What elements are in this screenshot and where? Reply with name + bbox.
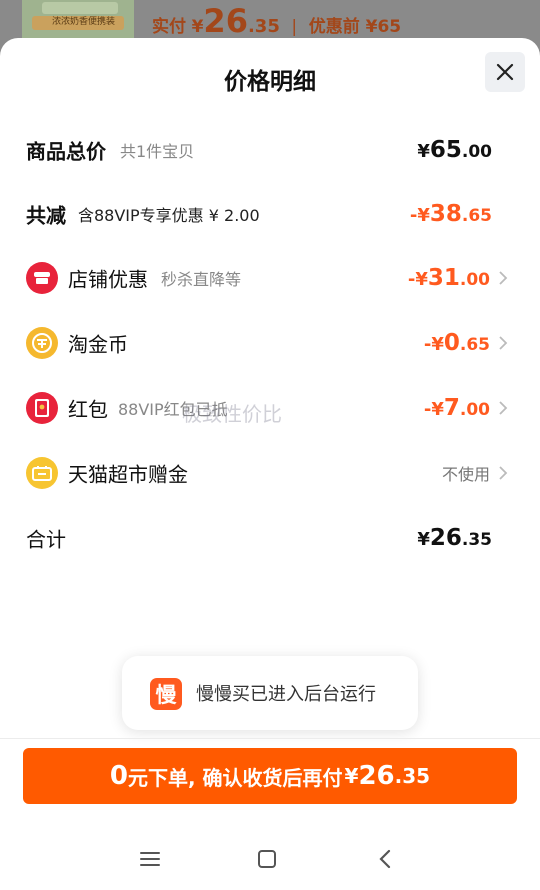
menu-button[interactable]: [135, 844, 165, 874]
home-icon: [258, 850, 276, 868]
row-goods-total: 商品总价 共1件宝贝 ¥65.00: [0, 130, 540, 170]
chevron-right-icon: [499, 401, 508, 415]
close-button[interactable]: [485, 52, 525, 92]
store-discount-amount: -¥31.00: [407, 265, 490, 291]
toast-text: 慢慢买已进入后台运行: [196, 684, 376, 705]
background-original-price: 优惠前 ¥65: [308, 17, 402, 37]
divider: [0, 738, 540, 739]
taojinbi-amount: -¥0.65: [423, 330, 490, 356]
chevron-right-icon: [499, 336, 508, 350]
menu-icon: [140, 852, 160, 866]
back-button[interactable]: [370, 844, 400, 874]
sheet-title: 价格明细: [224, 69, 316, 95]
row-sum: 合计 ¥26.35: [0, 518, 540, 558]
background-price: 实付 ¥26.35 | 优惠前 ¥65: [152, 2, 402, 40]
gift-card-icon: [26, 457, 58, 489]
pay-later-button[interactable]: 0 元下单, 确认收货后再付 ¥ 26 .35: [23, 748, 517, 804]
row-store-discount[interactable]: 店铺优惠 秒杀直降等 -¥31.00: [0, 258, 540, 298]
red-packet-amount: -¥7.00: [423, 395, 490, 421]
home-button[interactable]: [252, 844, 282, 874]
sum-label: 合计: [26, 527, 66, 552]
close-icon: [496, 63, 514, 81]
background-price-label: 实付: [152, 17, 186, 37]
total-discount-amount: -¥38.65: [409, 201, 492, 227]
sum-amount: ¥26.35: [417, 525, 492, 551]
chevron-right-icon: [499, 271, 508, 285]
store-discount-detail: 秒杀直降等: [161, 270, 242, 289]
manmanmai-logo: 慢: [150, 678, 182, 710]
red-packet-icon: [26, 392, 58, 424]
row-taojinbi[interactable]: 淘金币 -¥0.65: [0, 323, 540, 363]
back-icon: [379, 849, 391, 869]
taojinbi-label: 淘金币: [68, 332, 128, 357]
system-navigation-bar: [0, 826, 540, 890]
row-tmall-gift[interactable]: 天猫超市赠金 不使用: [0, 453, 540, 493]
goods-total-count: 共1件宝贝: [120, 142, 195, 161]
row-total-discount: 共减 含88VIP专享优惠 ¥ 2.00 -¥38.65: [0, 194, 540, 234]
goods-total-label: 商品总价: [26, 139, 106, 164]
product-thumbnail-label: 浓浓奶香便携装: [52, 17, 116, 27]
total-discount-label: 共减: [26, 203, 66, 228]
total-discount-detail: 含88VIP专享优惠 ¥ 2.00: [78, 206, 260, 225]
goods-total-amount: ¥65.00: [417, 137, 492, 163]
tmall-gift-action[interactable]: 不使用: [442, 461, 490, 485]
red-packet-label: 红包: [68, 397, 108, 422]
store-discount-label: 店铺优惠: [68, 267, 148, 292]
tmall-gift-label: 天猫超市赠金: [68, 462, 188, 487]
watermark: 极致性价比: [182, 402, 282, 426]
background-run-toast: 慢 慢慢买已进入后台运行: [122, 656, 418, 730]
chevron-right-icon: [499, 466, 508, 480]
coin-icon: [26, 327, 58, 359]
store-icon: [26, 262, 58, 294]
